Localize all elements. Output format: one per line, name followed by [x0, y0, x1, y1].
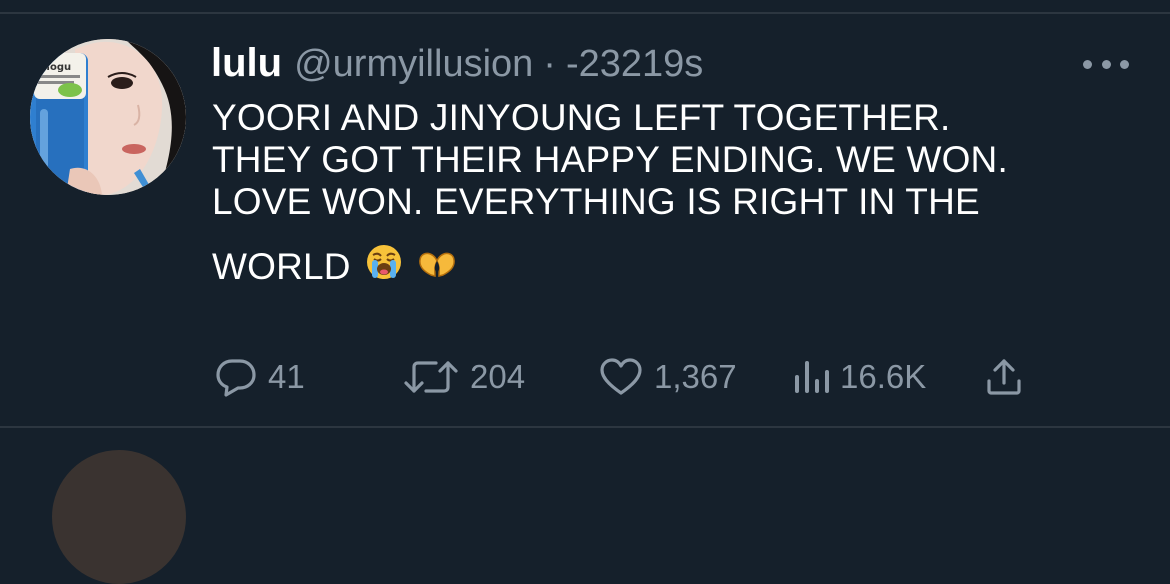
- avatar-photo: Mogu: [30, 39, 186, 195]
- bar-chart-icon: [795, 361, 829, 393]
- retweet-count: 204: [470, 358, 526, 395]
- more-dot: [1083, 59, 1092, 69]
- share-upload-icon: [987, 359, 1021, 395]
- more-dot: [1120, 59, 1129, 69]
- heart-icon: [600, 358, 642, 395]
- heart-hands-icon: [417, 246, 457, 288]
- loudly-crying-face-icon: [365, 243, 403, 290]
- views-button[interactable]: 16.6K: [792, 352, 926, 402]
- top-divider: [0, 12, 1170, 14]
- views-count: 16.6K: [840, 358, 927, 395]
- tweet-text-last-line: WORLD: [212, 243, 1132, 290]
- tweet-text-line: WORLD: [212, 245, 351, 287]
- share-button[interactable]: [984, 352, 1024, 402]
- tweet-text-line: THEY GOT THEIR HAPPY ENDING. WE WON.: [212, 139, 1008, 180]
- reply-button[interactable]: 41: [214, 352, 305, 402]
- tweet-header: lulu @urmyillusion · -23219s: [211, 41, 703, 91]
- bottle-label: Mogu: [40, 62, 71, 73]
- avatar[interactable]: Mogu: [30, 39, 186, 195]
- user-handle[interactable]: @urmyillusion: [294, 43, 533, 86]
- next-tweet-avatar[interactable]: [52, 450, 186, 584]
- tweet-actions: 41 204 1,367 16.6K: [212, 352, 1062, 402]
- separator-dot: ·: [543, 43, 556, 85]
- tweet-text-line: LOVE WON. EVERYTHING IS RIGHT IN THE: [212, 181, 980, 222]
- timestamp[interactable]: -23219s: [566, 43, 703, 86]
- more-dots-icon[interactable]: [1083, 53, 1129, 75]
- like-count: 1,367: [654, 358, 737, 395]
- tweet-text-line: YOORI AND JINYOUNG LEFT TOGETHER.: [212, 97, 951, 138]
- bottom-divider: [0, 426, 1170, 428]
- retweet-button[interactable]: 204: [402, 352, 525, 402]
- display-name[interactable]: lulu: [211, 41, 282, 86]
- tweet-text: YOORI AND JINYOUNG LEFT TOGETHER. THEY G…: [212, 97, 1132, 290]
- more-dot: [1101, 59, 1111, 69]
- speech-bubble-icon: [216, 359, 256, 397]
- reply-count: 41: [268, 358, 305, 395]
- like-button[interactable]: 1,367: [598, 352, 737, 402]
- retweet-icon: [404, 361, 458, 393]
